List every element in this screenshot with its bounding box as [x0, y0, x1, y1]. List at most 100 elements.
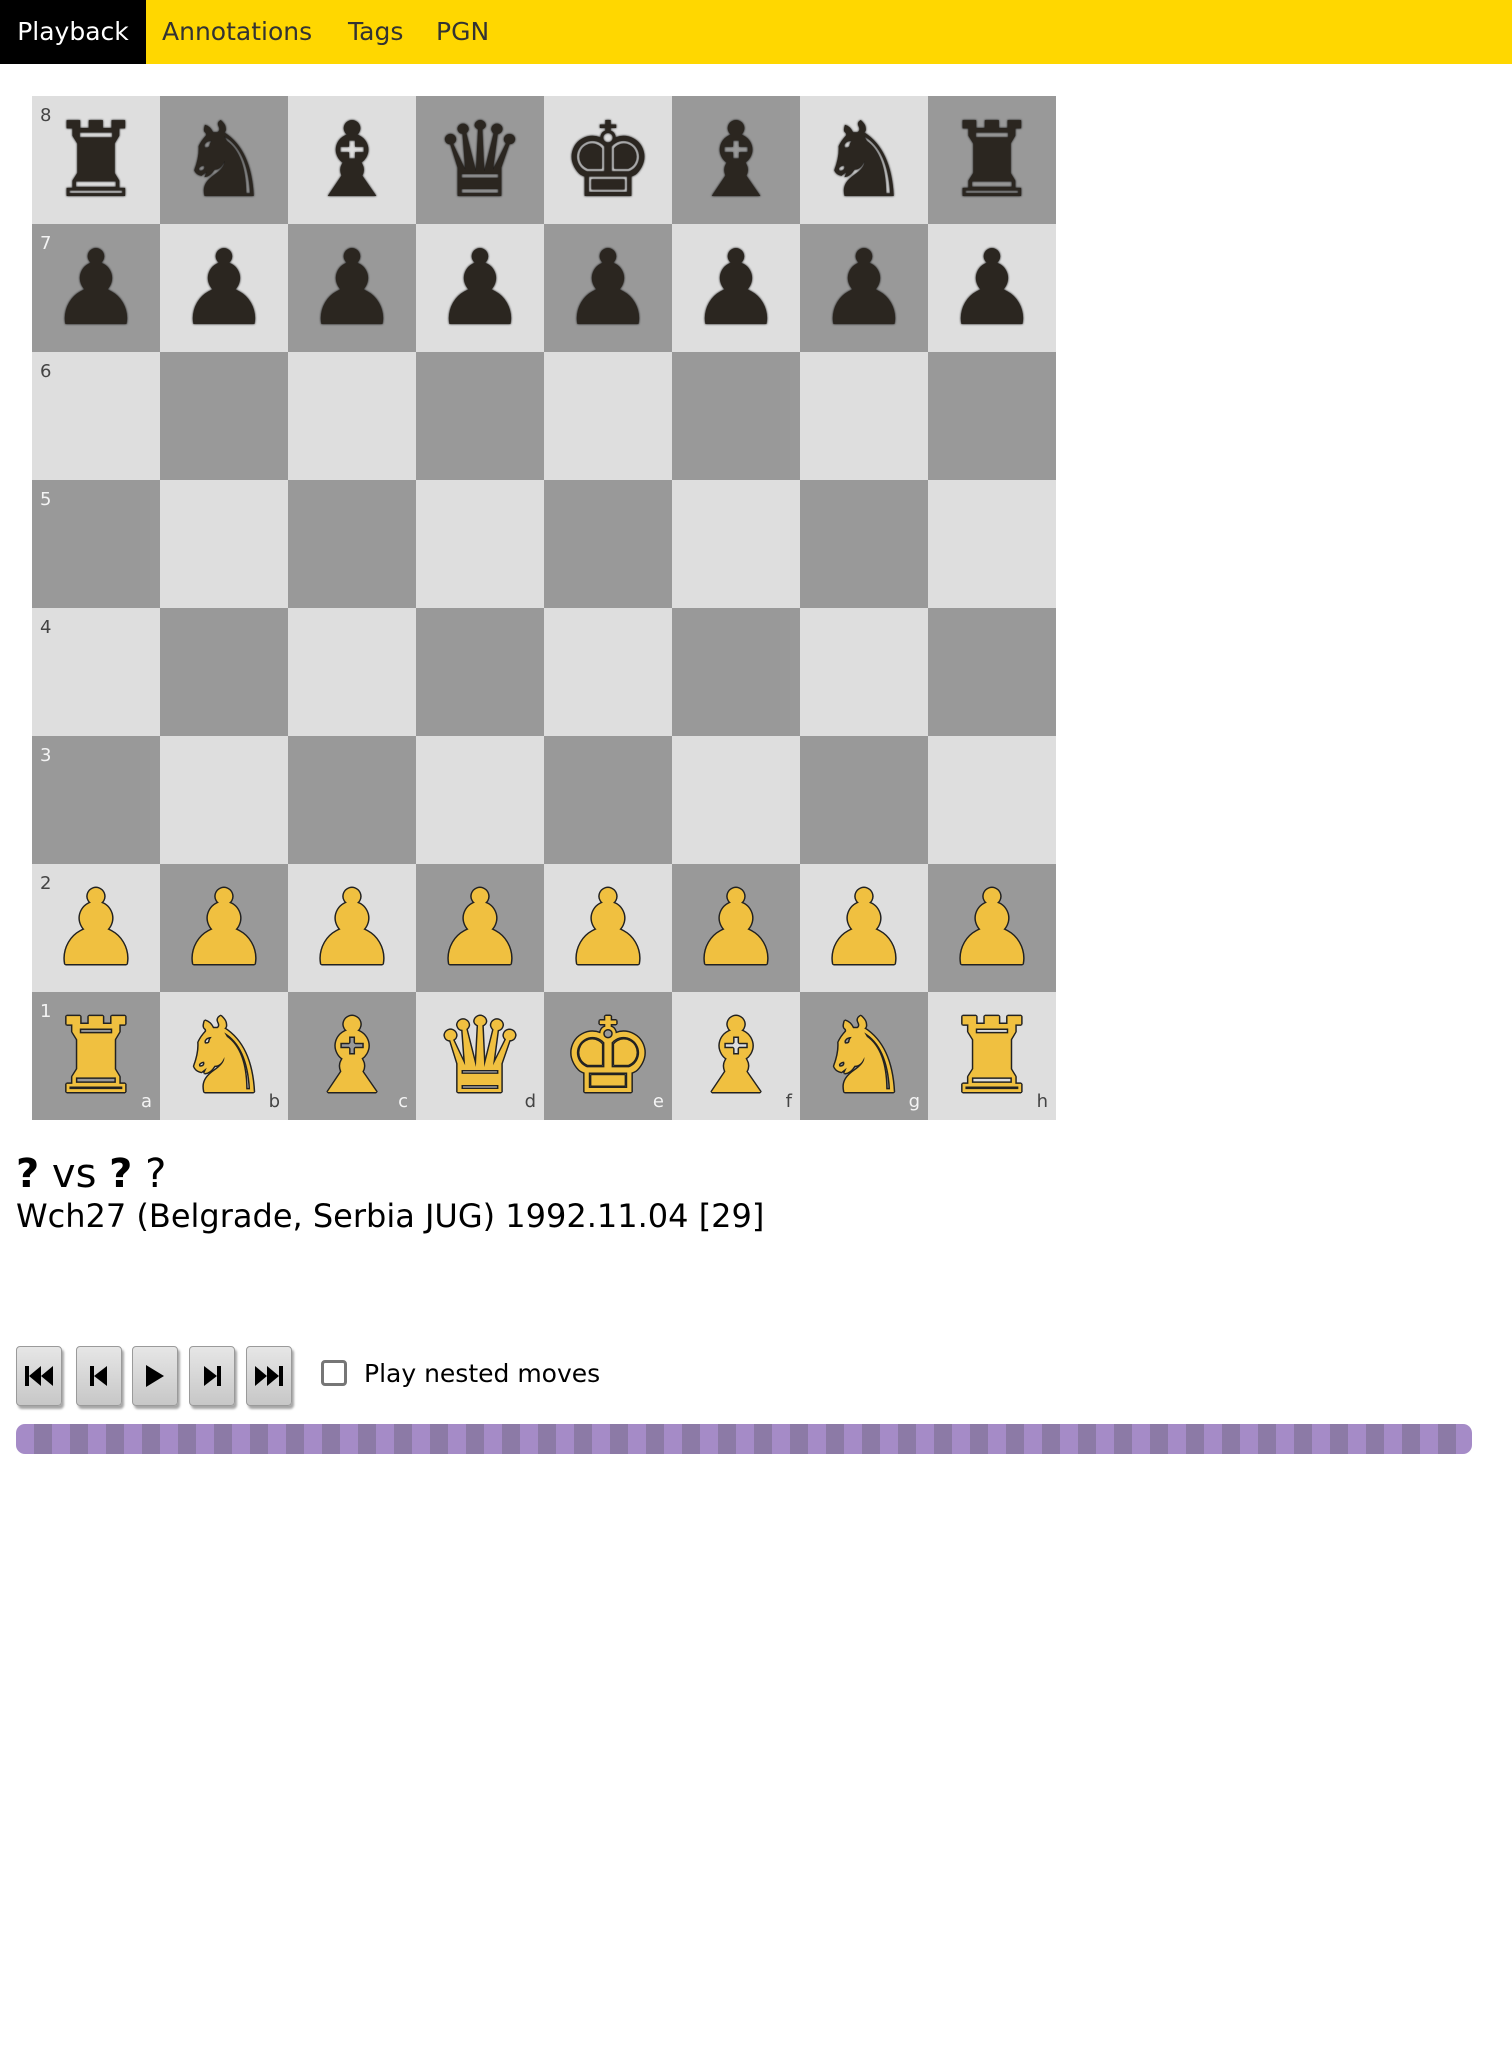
square-d3[interactable] — [416, 736, 544, 864]
tab-pgn[interactable]: PGN — [436, 0, 489, 64]
square-c1[interactable]: c ♝ — [288, 992, 416, 1120]
chess-board[interactable]: 8 ♜ ♞ ♝ ♛ ♚ ♝ ♞ ♜ 7 ♟ ♟ ♟ ♟ ♟ ♟ ♟ ♟ 6 5 4 3 2 ♟ ♟ ♟ ♟ ♟ ♟ ♟ ♟ 1 a ♜ b ♞ c ♝ d ♛… — [32, 96, 1056, 1120]
square-e6[interactable] — [544, 352, 672, 480]
square-b1[interactable]: b ♞ — [160, 992, 288, 1120]
last-move-button[interactable] — [246, 1346, 292, 1406]
white-pawn-icon[interactable]: ♟ — [928, 864, 1056, 992]
square-b2[interactable]: ♟ — [160, 864, 288, 992]
white-knight-icon[interactable]: ♞ — [160, 992, 288, 1120]
square-f7[interactable]: ♟ — [672, 224, 800, 352]
square-a5[interactable]: 5 — [32, 480, 160, 608]
square-d2[interactable]: ♟ — [416, 864, 544, 992]
square-e5[interactable] — [544, 480, 672, 608]
move-progress-bar[interactable] — [16, 1424, 1472, 1454]
black-knight-icon[interactable]: ♞ — [800, 96, 928, 224]
black-pawn-icon[interactable]: ♟ — [928, 224, 1056, 352]
square-h3[interactable] — [928, 736, 1056, 864]
black-queen-icon[interactable]: ♛ — [416, 96, 544, 224]
square-b3[interactable] — [160, 736, 288, 864]
square-h2[interactable]: ♟ — [928, 864, 1056, 992]
square-g3[interactable] — [800, 736, 928, 864]
square-h1[interactable]: h ♜ — [928, 992, 1056, 1120]
black-rook-icon[interactable]: ♜ — [928, 96, 1056, 224]
square-f8[interactable]: ♝ — [672, 96, 800, 224]
square-b8[interactable]: ♞ — [160, 96, 288, 224]
square-a6[interactable]: 6 — [32, 352, 160, 480]
white-pawn-icon[interactable]: ♟ — [416, 864, 544, 992]
white-rook-icon[interactable]: ♜ — [928, 992, 1056, 1120]
square-d8[interactable]: ♛ — [416, 96, 544, 224]
black-pawn-icon[interactable]: ♟ — [416, 224, 544, 352]
square-h7[interactable]: ♟ — [928, 224, 1056, 352]
square-e2[interactable]: ♟ — [544, 864, 672, 992]
square-a4[interactable]: 4 — [32, 608, 160, 736]
square-c6[interactable] — [288, 352, 416, 480]
white-pawn-icon[interactable]: ♟ — [160, 864, 288, 992]
tab-tags[interactable]: Tags — [348, 0, 403, 64]
white-pawn-icon[interactable]: ♟ — [544, 864, 672, 992]
square-b6[interactable] — [160, 352, 288, 480]
square-f5[interactable] — [672, 480, 800, 608]
square-h5[interactable] — [928, 480, 1056, 608]
white-pawn-icon[interactable]: ♟ — [32, 864, 160, 992]
black-king-icon[interactable]: ♚ — [544, 96, 672, 224]
square-b4[interactable] — [160, 608, 288, 736]
square-g6[interactable] — [800, 352, 928, 480]
white-knight-icon[interactable]: ♞ — [800, 992, 928, 1120]
white-bishop-icon[interactable]: ♝ — [288, 992, 416, 1120]
black-pawn-icon[interactable]: ♟ — [32, 224, 160, 352]
square-h6[interactable] — [928, 352, 1056, 480]
black-knight-icon[interactable]: ♞ — [160, 96, 288, 224]
square-e3[interactable] — [544, 736, 672, 864]
square-d1[interactable]: d ♛ — [416, 992, 544, 1120]
play-button[interactable] — [132, 1346, 178, 1406]
square-d6[interactable] — [416, 352, 544, 480]
square-c5[interactable] — [288, 480, 416, 608]
square-e1[interactable]: e ♚ — [544, 992, 672, 1120]
square-g5[interactable] — [800, 480, 928, 608]
tab-playback[interactable]: Playback — [0, 0, 146, 64]
black-pawn-icon[interactable]: ♟ — [544, 224, 672, 352]
square-f2[interactable]: ♟ — [672, 864, 800, 992]
square-f4[interactable] — [672, 608, 800, 736]
play-nested-moves-checkbox[interactable] — [321, 1360, 347, 1386]
white-pawn-icon[interactable]: ♟ — [672, 864, 800, 992]
black-pawn-icon[interactable]: ♟ — [800, 224, 928, 352]
square-g7[interactable]: ♟ — [800, 224, 928, 352]
square-d5[interactable] — [416, 480, 544, 608]
square-g8[interactable]: ♞ — [800, 96, 928, 224]
white-bishop-icon[interactable]: ♝ — [672, 992, 800, 1120]
square-b7[interactable]: ♟ — [160, 224, 288, 352]
black-bishop-icon[interactable]: ♝ — [672, 96, 800, 224]
black-bishop-icon[interactable]: ♝ — [288, 96, 416, 224]
square-e7[interactable]: ♟ — [544, 224, 672, 352]
square-c2[interactable]: ♟ — [288, 864, 416, 992]
white-queen-icon[interactable]: ♛ — [416, 992, 544, 1120]
square-d4[interactable] — [416, 608, 544, 736]
square-a7[interactable]: 7 ♟ — [32, 224, 160, 352]
square-b5[interactable] — [160, 480, 288, 608]
square-a1[interactable]: 1 a ♜ — [32, 992, 160, 1120]
square-a8[interactable]: 8 ♜ — [32, 96, 160, 224]
white-pawn-icon[interactable]: ♟ — [800, 864, 928, 992]
square-a3[interactable]: 3 — [32, 736, 160, 864]
black-pawn-icon[interactable]: ♟ — [672, 224, 800, 352]
black-rook-icon[interactable]: ♜ — [32, 96, 160, 224]
square-f3[interactable] — [672, 736, 800, 864]
white-king-icon[interactable]: ♚ — [544, 992, 672, 1120]
square-a2[interactable]: 2 ♟ — [32, 864, 160, 992]
square-g2[interactable]: ♟ — [800, 864, 928, 992]
square-c4[interactable] — [288, 608, 416, 736]
square-g1[interactable]: g ♞ — [800, 992, 928, 1120]
square-c7[interactable]: ♟ — [288, 224, 416, 352]
square-c3[interactable] — [288, 736, 416, 864]
black-pawn-icon[interactable]: ♟ — [160, 224, 288, 352]
square-f6[interactable] — [672, 352, 800, 480]
previous-move-button[interactable] — [76, 1346, 122, 1406]
square-c8[interactable]: ♝ — [288, 96, 416, 224]
square-h4[interactable] — [928, 608, 1056, 736]
black-pawn-icon[interactable]: ♟ — [288, 224, 416, 352]
tab-annotations[interactable]: Annotations — [162, 0, 312, 64]
next-move-button[interactable] — [189, 1346, 235, 1406]
square-d7[interactable]: ♟ — [416, 224, 544, 352]
